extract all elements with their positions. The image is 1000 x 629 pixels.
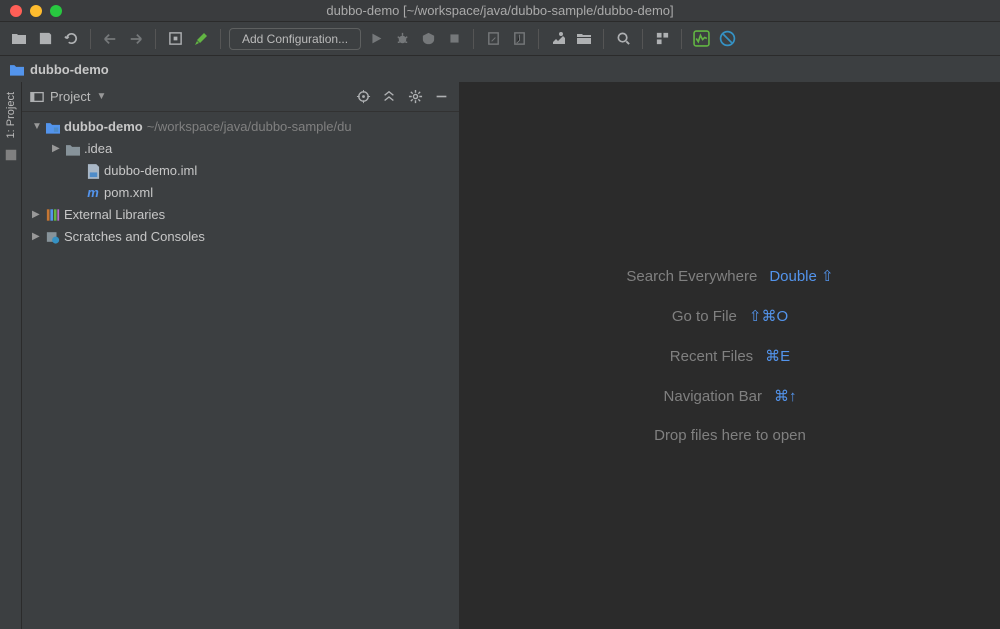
vcs-icon[interactable]	[651, 28, 673, 50]
hint-shortcut: ⇧⌘O	[749, 307, 788, 325]
toolbar-separator	[642, 29, 643, 49]
left-tool-strip: 1: Project	[0, 82, 22, 629]
select-target-icon[interactable]	[164, 28, 186, 50]
debug-icon[interactable]	[391, 28, 413, 50]
main-toolbar: Add Configuration...	[0, 22, 1000, 56]
window-title: dubbo-demo [~/workspace/java/dubbo-sampl…	[326, 3, 673, 18]
structure-tool-icon[interactable]	[4, 148, 18, 165]
maximize-window-button[interactable]	[50, 5, 62, 17]
hint-shortcut: Double ⇧	[769, 267, 833, 285]
hint-search-everywhere: Search Everywhere Double ⇧	[626, 267, 833, 285]
hint-label: Drop files here to open	[654, 427, 806, 444]
tree-node-external-libs[interactable]: ▶ External Libraries	[22, 204, 459, 226]
hide-panel-icon[interactable]	[431, 87, 451, 107]
stop-icon[interactable]	[443, 28, 465, 50]
hint-goto-file: Go to File ⇧⌘O	[672, 307, 788, 325]
run-config-dropdown[interactable]: Add Configuration...	[229, 28, 361, 50]
maven-file-icon: m	[86, 186, 100, 200]
folder-icon	[66, 142, 80, 156]
chevron-right-icon[interactable]: ▶	[32, 226, 42, 248]
project-panel: Project ▼ ▼ dubbo-demo ~	[22, 82, 460, 629]
tree-node-idea[interactable]: ▶ .idea	[22, 138, 459, 160]
tree-root-path: ~/workspace/java/dubbo-sample/du	[147, 116, 352, 138]
tree-root-label: dubbo-demo	[64, 116, 143, 138]
tree-node-label: .idea	[84, 138, 112, 160]
toolbar-separator	[538, 29, 539, 49]
close-window-button[interactable]	[10, 5, 22, 17]
chevron-down-icon[interactable]: ▼	[96, 91, 106, 102]
hint-recent-files: Recent Files ⌘E	[670, 347, 790, 365]
libraries-icon	[46, 208, 60, 222]
gear-icon[interactable]	[405, 87, 425, 107]
window-titlebar: dubbo-demo [~/workspace/java/dubbo-sampl…	[0, 0, 1000, 22]
hint-label: Recent Files	[670, 348, 753, 365]
hint-label: Search Everywhere	[626, 268, 757, 285]
tree-node-iml[interactable]: dubbo-demo.iml	[22, 160, 459, 182]
toolbar-separator	[155, 29, 156, 49]
toolbar-separator	[681, 29, 682, 49]
iml-file-icon	[86, 164, 100, 178]
scratches-icon	[46, 230, 60, 244]
chevron-right-icon[interactable]: ▶	[32, 204, 42, 226]
save-icon[interactable]	[34, 28, 56, 50]
refresh-icon[interactable]	[60, 28, 82, 50]
tree-node-label: pom.xml	[104, 182, 153, 204]
main-area: 1: Project Project ▼	[0, 82, 1000, 629]
toolbar-separator	[90, 29, 91, 49]
run-icon[interactable]	[365, 28, 387, 50]
tree-node-pom[interactable]: m pom.xml	[22, 182, 459, 204]
settings-icon[interactable]	[547, 28, 569, 50]
toolbar-separator	[220, 29, 221, 49]
chevron-right-icon[interactable]: ▶	[52, 138, 62, 160]
hint-label: Go to File	[672, 308, 737, 325]
tree-node-label: Scratches and Consoles	[64, 226, 205, 248]
search-icon[interactable]	[612, 28, 634, 50]
tree-node-scratches[interactable]: ▶ Scratches and Consoles	[22, 226, 459, 248]
window-controls	[0, 5, 62, 17]
profile-icon[interactable]	[508, 28, 530, 50]
back-icon[interactable]	[99, 28, 121, 50]
editor-empty-state[interactable]: Search Everywhere Double ⇧ Go to File ⇧⌘…	[460, 82, 1000, 629]
hint-drop-files: Drop files here to open	[654, 427, 806, 444]
project-panel-header: Project ▼	[22, 82, 459, 112]
tree-node-label: dubbo-demo.iml	[104, 160, 197, 182]
tree-root[interactable]: ▼ dubbo-demo ~/workspace/java/dubbo-samp…	[22, 116, 459, 138]
module-icon	[46, 120, 60, 134]
hint-shortcut: ⌘E	[765, 347, 790, 365]
breadcrumb-project: dubbo-demo	[30, 62, 109, 77]
build-icon[interactable]	[190, 28, 212, 50]
hint-label: Navigation Bar	[664, 388, 762, 405]
minimize-window-button[interactable]	[30, 5, 42, 17]
project-view-icon	[30, 90, 44, 104]
toolbar-separator	[603, 29, 604, 49]
expand-all-icon[interactable]	[379, 87, 399, 107]
attach-icon[interactable]	[482, 28, 504, 50]
tree-node-label: External Libraries	[64, 204, 165, 226]
structure-icon[interactable]	[573, 28, 595, 50]
project-tree[interactable]: ▼ dubbo-demo ~/workspace/java/dubbo-samp…	[22, 112, 459, 252]
chevron-down-icon[interactable]: ▼	[32, 116, 42, 138]
forward-icon[interactable]	[125, 28, 147, 50]
module-icon	[10, 62, 24, 76]
coverage-icon[interactable]	[417, 28, 439, 50]
stop-indexing-icon[interactable]	[716, 28, 738, 50]
activity-icon[interactable]	[690, 28, 712, 50]
breadcrumb[interactable]: dubbo-demo	[0, 56, 1000, 82]
panel-title[interactable]: Project	[50, 89, 90, 104]
open-icon[interactable]	[8, 28, 30, 50]
project-tool-tab[interactable]: 1: Project	[5, 88, 17, 142]
hint-navigation-bar: Navigation Bar ⌘↑	[664, 387, 797, 405]
toolbar-separator	[473, 29, 474, 49]
hint-shortcut: ⌘↑	[774, 387, 797, 405]
locate-icon[interactable]	[353, 87, 373, 107]
